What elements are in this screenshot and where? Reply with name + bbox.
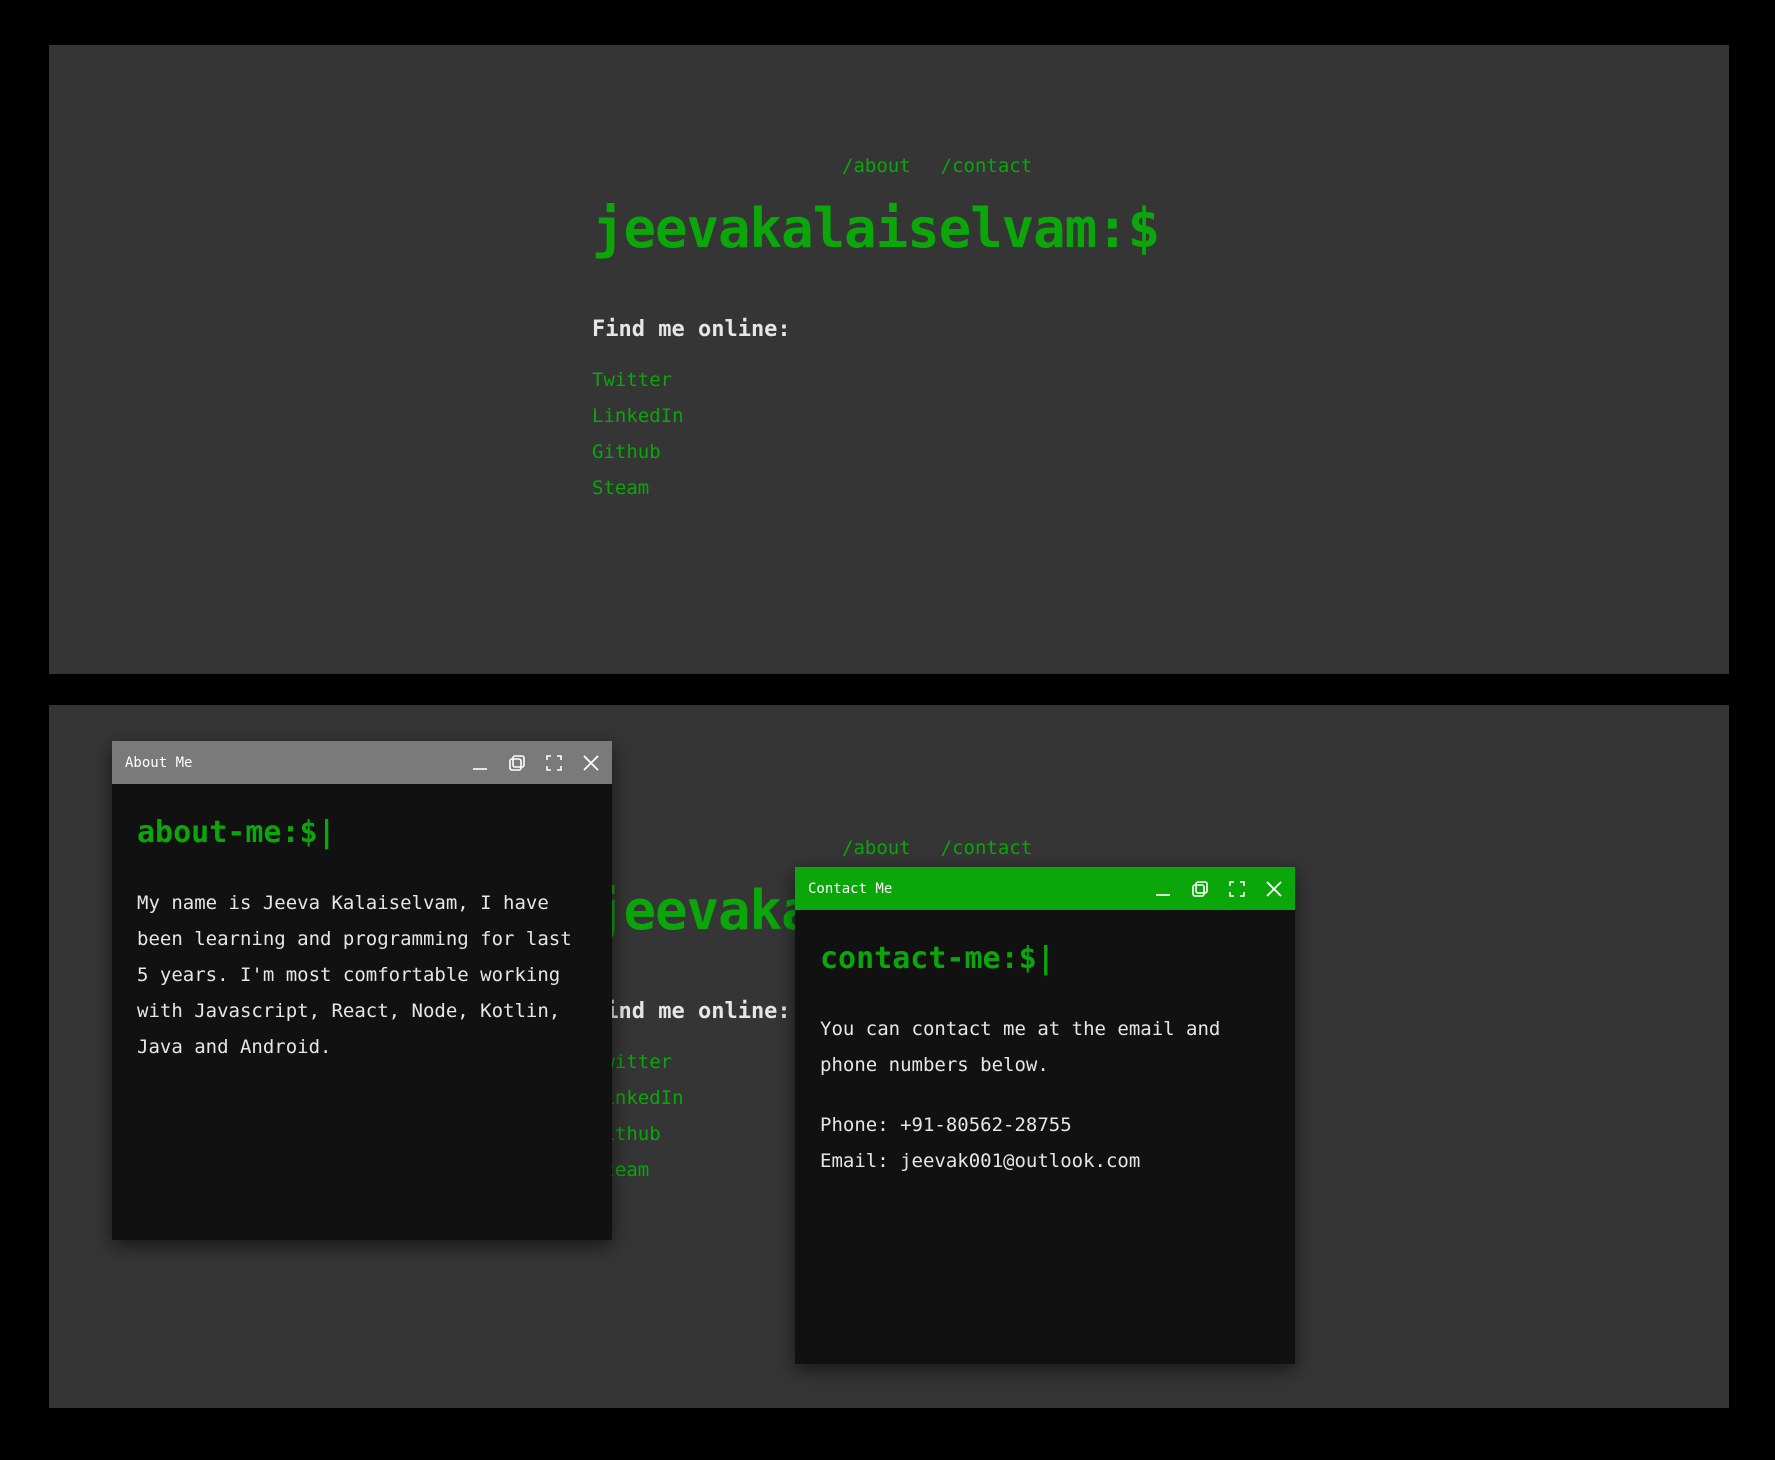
close-icon[interactable]	[1262, 877, 1285, 900]
about-window-body: about-me:$| My name is Jeeva Kalaiselvam…	[112, 784, 612, 1065]
contact-details: Phone: +91-80562-28755 Email: jeevak001@…	[820, 1107, 1270, 1179]
linkedin-link[interactable]: LinkedIn	[592, 405, 684, 441]
maximize-icon[interactable]	[1225, 877, 1248, 900]
nav-about-link[interactable]: /about	[842, 155, 911, 177]
find-me-heading: Find me online:	[592, 317, 791, 342]
contact-window-body: contact-me:$| You can contact me at the …	[795, 910, 1295, 1179]
maximize-icon[interactable]	[542, 751, 565, 774]
site-title: jeevakalaiselvam:$	[592, 197, 1160, 260]
homepage-screenshot: /about/contact jeevakalaiselvam:$ Find m…	[49, 45, 1729, 674]
contact-window-title: Contact Me	[808, 880, 893, 897]
nav-contact-link[interactable]: /contact	[941, 837, 1033, 859]
contact-text: You can contact me at the email and phon…	[820, 1018, 1221, 1076]
github-link[interactable]: Github	[592, 441, 684, 477]
social-links-list: Twitter LinkedIn Github Steam	[592, 369, 684, 513]
about-prompt: about-me:$|	[137, 815, 336, 850]
nav-about-link[interactable]: /about	[842, 837, 911, 859]
windows-open-screenshot: /about/contact jeevakalaiselvam:$ Find m…	[49, 705, 1729, 1408]
close-icon[interactable]	[579, 751, 602, 774]
find-me-heading: Find me online:	[592, 999, 791, 1024]
phone-number: Phone: +91-80562-28755	[820, 1114, 1072, 1136]
contact-prompt: contact-me:$|	[820, 941, 1055, 976]
contact-window-titlebar[interactable]: Contact Me	[795, 867, 1295, 910]
about-window-title: About Me	[125, 754, 193, 771]
restore-icon[interactable]	[1188, 877, 1211, 900]
nav-contact-link[interactable]: /contact	[941, 155, 1033, 177]
email-address: Email: jeevak001@outlook.com	[820, 1150, 1141, 1172]
about-text: My name is Jeeva Kalaiselvam, I have bee…	[137, 892, 572, 1058]
about-window-titlebar[interactable]: About Me	[112, 741, 612, 784]
window-controls	[1151, 867, 1285, 910]
minimize-icon[interactable]	[468, 751, 491, 774]
minimize-icon[interactable]	[1151, 877, 1174, 900]
contact-me-window[interactable]: Contact Me contact-me:$| You can contact…	[795, 867, 1295, 1364]
twitter-link[interactable]: Twitter	[592, 369, 684, 405]
top-nav: /about/contact	[842, 155, 1062, 177]
about-me-window[interactable]: About Me about-me:$| My name is Jeeva Ka…	[112, 741, 612, 1240]
restore-icon[interactable]	[505, 751, 528, 774]
top-nav: /about/contact	[842, 837, 1062, 859]
steam-link[interactable]: Steam	[592, 477, 684, 513]
window-controls	[468, 741, 602, 784]
